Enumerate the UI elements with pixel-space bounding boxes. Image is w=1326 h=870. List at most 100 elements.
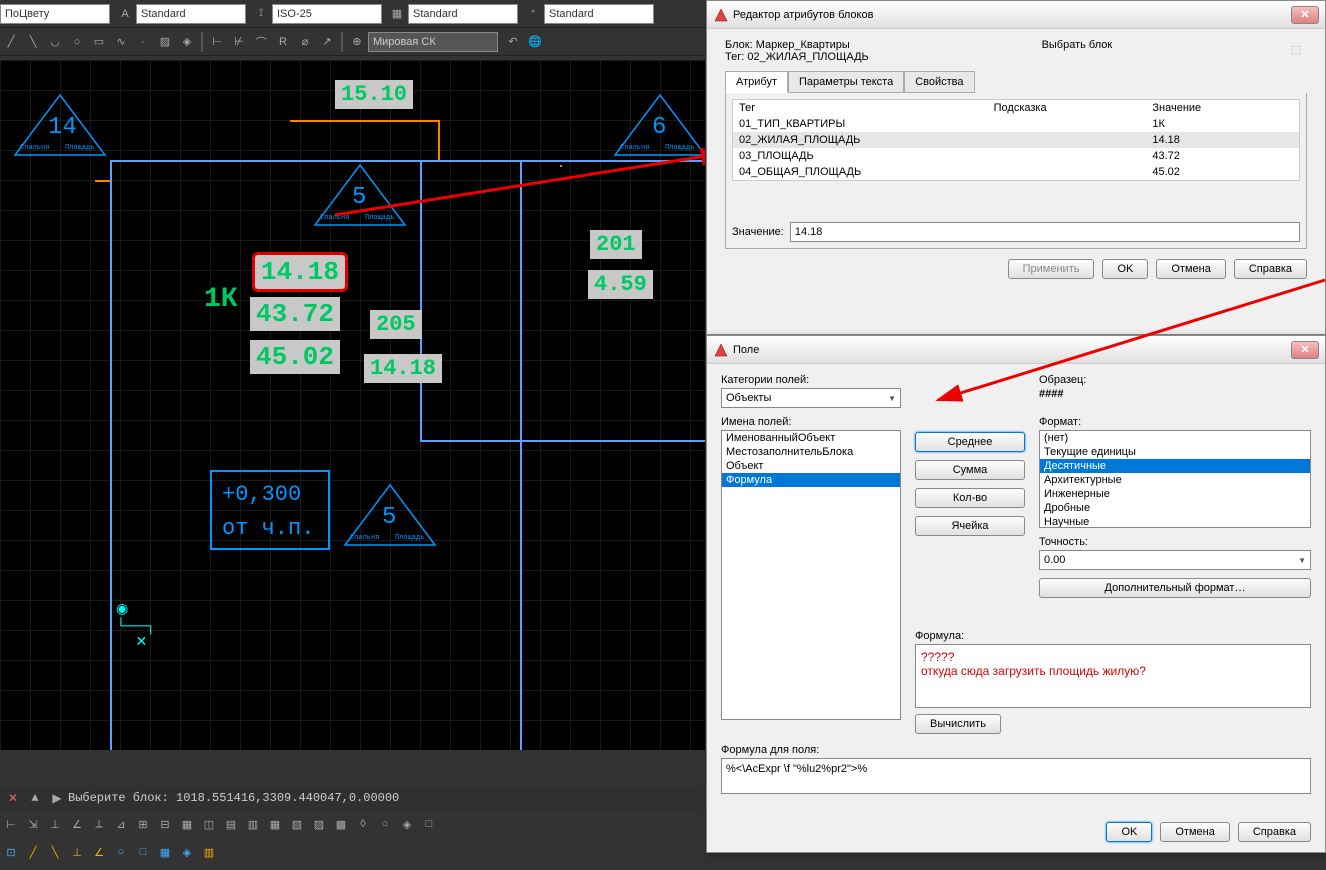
- tool-line[interactable]: ╱: [1, 32, 21, 52]
- formula-input[interactable]: ????? откуда сюда загрузить площидь жилу…: [915, 644, 1311, 708]
- category-select[interactable]: Объекты: [721, 388, 901, 408]
- ucs-world[interactable]: 🌐: [525, 32, 545, 52]
- select-block-link[interactable]: Выбрать блок: [1042, 39, 1113, 63]
- col-prompt[interactable]: Подсказка: [988, 100, 1147, 117]
- tool-hatch[interactable]: ▨: [155, 32, 175, 52]
- bi3[interactable]: ⊥: [45, 814, 65, 834]
- tab-text-params[interactable]: Параметры текста: [788, 71, 904, 93]
- list-item[interactable]: Архитектурные: [1040, 473, 1310, 487]
- list-item[interactable]: Дробные: [1040, 501, 1310, 515]
- ucs-combo[interactable]: Мировая СК: [368, 32, 498, 52]
- help-button[interactable]: Справка: [1238, 822, 1311, 842]
- value-input[interactable]: [790, 222, 1300, 242]
- count-button[interactable]: Кол-во: [915, 488, 1025, 508]
- tool-dim-linear[interactable]: ⊢: [207, 32, 227, 52]
- col-value[interactable]: Значение: [1146, 100, 1299, 117]
- close-icon[interactable]: ✕: [1291, 341, 1319, 359]
- bi14[interactable]: ▧: [287, 814, 307, 834]
- list-item[interactable]: Десятичные: [1040, 459, 1310, 473]
- drawing-canvas[interactable]: 14 Спальня Площадь 5 Спальня Площадь 6 С…: [0, 60, 705, 750]
- bi15[interactable]: ▨: [309, 814, 329, 834]
- sum-button[interactable]: Сумма: [915, 460, 1025, 480]
- bi2[interactable]: ⇲: [23, 814, 43, 834]
- attr-table[interactable]: Тег Подсказка Значение 01_ТИП_КВАРТИРЫ1К…: [732, 99, 1300, 181]
- dim-style-combo[interactable]: ISO-25: [272, 4, 382, 24]
- text-style-icon[interactable]: A: [115, 4, 135, 24]
- bi19[interactable]: ◈: [397, 814, 417, 834]
- format-list[interactable]: (нет) Текущие единицы Десятичные Архитек…: [1039, 430, 1311, 528]
- bi4[interactable]: ∠: [67, 814, 87, 834]
- text-style-combo[interactable]: Standard: [136, 4, 246, 24]
- apply-button[interactable]: Применить: [1008, 259, 1095, 279]
- bi16[interactable]: ▩: [331, 814, 351, 834]
- tool-spline[interactable]: ∿: [111, 32, 131, 52]
- bi8[interactable]: ⊟: [155, 814, 175, 834]
- dim-style-icon[interactable]: ⟟: [251, 4, 271, 24]
- col-tag[interactable]: Тег: [733, 100, 988, 117]
- tool-circle[interactable]: ○: [67, 32, 87, 52]
- osnap8[interactable]: ▦: [155, 842, 175, 862]
- cmd-x-icon[interactable]: ✕: [3, 788, 23, 808]
- osnap2[interactable]: ╱: [23, 842, 43, 862]
- cancel-button[interactable]: Отмена: [1160, 822, 1229, 842]
- bi18[interactable]: ○: [375, 814, 395, 834]
- close-icon[interactable]: ✕: [1291, 6, 1319, 24]
- osnap5[interactable]: ∠: [89, 842, 109, 862]
- color-combo[interactable]: ПоЦвету: [0, 4, 110, 24]
- tab-properties[interactable]: Свойства: [904, 71, 974, 93]
- list-item[interactable]: Формула: [722, 473, 900, 487]
- bi1[interactable]: ⊢: [1, 814, 21, 834]
- ucs-prev[interactable]: ↶: [503, 32, 523, 52]
- calc-button[interactable]: Вычислить: [915, 714, 1001, 734]
- bi6[interactable]: ⊿: [111, 814, 131, 834]
- list-item[interactable]: Текущие единицы: [1040, 445, 1310, 459]
- bi17[interactable]: ◊: [353, 814, 373, 834]
- tool-dim-dia[interactable]: ⌀: [295, 32, 315, 52]
- ok-button[interactable]: OK: [1102, 259, 1148, 279]
- tool-region[interactable]: ◈: [177, 32, 197, 52]
- bi7[interactable]: ⊞: [133, 814, 153, 834]
- list-item[interactable]: МестозаполнительБлока: [722, 445, 900, 459]
- table-row[interactable]: 04_ОБЩАЯ_ПЛОЩАДЬ45.02: [733, 164, 1300, 181]
- bi10[interactable]: ◫: [199, 814, 219, 834]
- osnap7[interactable]: □: [133, 842, 153, 862]
- table-row[interactable]: 03_ПЛОЩАДЬ43.72: [733, 148, 1300, 164]
- table-style-icon[interactable]: ▦: [387, 4, 407, 24]
- list-item[interactable]: Инженерные: [1040, 487, 1310, 501]
- command-bar[interactable]: ✕ ▲ ▶ Выберите блок: 1018.551416,3309.44…: [0, 786, 705, 810]
- cancel-button[interactable]: Отмена: [1156, 259, 1225, 279]
- bi9[interactable]: ▦: [177, 814, 197, 834]
- tool-leader[interactable]: ↗: [317, 32, 337, 52]
- tool-rect[interactable]: ▭: [89, 32, 109, 52]
- tool-arc[interactable]: ◡: [45, 32, 65, 52]
- more-format-button[interactable]: Дополнительный формат…: [1039, 578, 1311, 598]
- cell-button[interactable]: Ячейка: [915, 516, 1025, 536]
- osnap4[interactable]: ⊥: [67, 842, 87, 862]
- attr-editor-title-bar[interactable]: Редактор атрибутов блоков ✕: [707, 1, 1325, 29]
- tool-dim-radius[interactable]: R: [273, 32, 293, 52]
- pick-block-icon[interactable]: ⬚: [1286, 39, 1306, 59]
- bi12[interactable]: ▥: [243, 814, 263, 834]
- bi11[interactable]: ▤: [221, 814, 241, 834]
- osnap10[interactable]: ▥: [199, 842, 219, 862]
- osnap6[interactable]: ○: [111, 842, 131, 862]
- avg-button[interactable]: Среднее: [915, 432, 1025, 452]
- field-title-bar[interactable]: Поле ✕: [707, 336, 1325, 364]
- bi5[interactable]: ⟂: [89, 814, 109, 834]
- ucs-icon[interactable]: ⊕: [347, 32, 367, 52]
- help-button[interactable]: Справка: [1234, 259, 1307, 279]
- tool-dim-aligned[interactable]: ⊬: [229, 32, 249, 52]
- tool-dim-arc[interactable]: ⌒: [251, 32, 271, 52]
- bi13[interactable]: ▦: [265, 814, 285, 834]
- list-item[interactable]: Научные: [1040, 515, 1310, 528]
- style3-combo[interactable]: Standard: [408, 4, 518, 24]
- osnap1[interactable]: ⊡: [1, 842, 21, 862]
- bi20[interactable]: □: [419, 814, 439, 834]
- ok-button[interactable]: OK: [1106, 822, 1152, 842]
- list-item[interactable]: (нет): [1040, 431, 1310, 445]
- list-item[interactable]: Объект: [722, 459, 900, 473]
- table-row[interactable]: 02_ЖИЛАЯ_ПЛОЩАДЬ14.18: [733, 132, 1300, 148]
- tab-attribute[interactable]: Атрибут: [725, 71, 788, 93]
- tool-polyline[interactable]: ╲: [23, 32, 43, 52]
- precision-select[interactable]: 0.00: [1039, 550, 1311, 570]
